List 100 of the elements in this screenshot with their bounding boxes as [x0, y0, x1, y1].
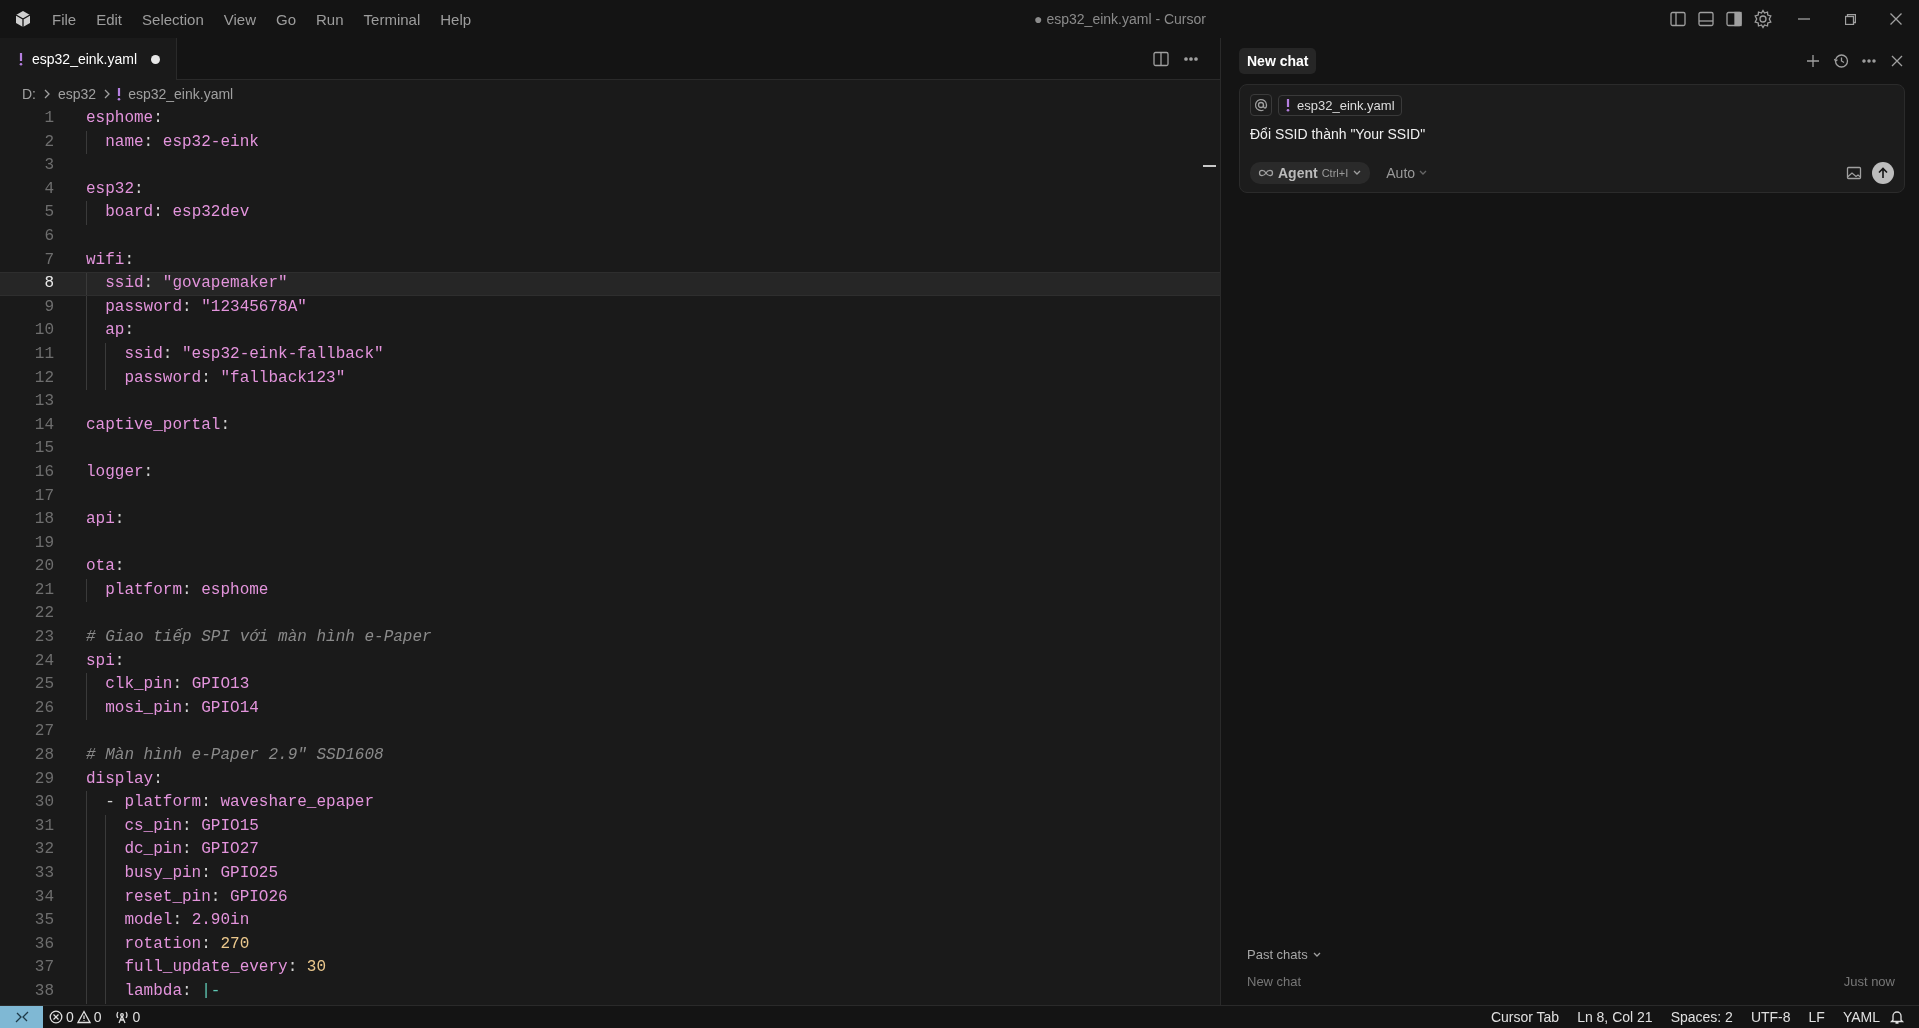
chat-message-text: Đổi SSID thành "Your SSID" — [1250, 126, 1427, 142]
past-chats-toggle[interactable]: Past chats — [1239, 947, 1905, 962]
code-line: name: esp32-eink — [54, 130, 259, 155]
line-number: 6 — [43, 225, 54, 247]
plus-icon[interactable] — [1805, 53, 1821, 69]
menu-item[interactable]: Go — [266, 10, 306, 28]
line-number: 9 — [43, 296, 54, 318]
code-line: busy_pin: GPIO25 — [54, 862, 279, 886]
secondary-sidebar-toggle-icon[interactable] — [1725, 10, 1743, 28]
status-bar-item[interactable]: Cursor Tab — [1481, 1009, 1569, 1025]
code-line: spi: — [85, 650, 125, 672]
editor-tab[interactable]: esp32_eink.yaml — [0, 38, 178, 80]
code-line: # Giao tiếp SPI với màn hình e-Paper — [85, 627, 432, 649]
remote-button[interactable] — [0, 1005, 43, 1028]
status-bar-item[interactable]: UTF-8 — [1741, 1009, 1800, 1025]
menu-item[interactable]: Run — [306, 10, 354, 28]
code-line: model: 2.90in — [54, 909, 250, 933]
line-number: 18 — [33, 509, 54, 531]
notification-bell-icon[interactable] — [1889, 1009, 1905, 1025]
code-line: dc_pin: GPIO27 — [54, 838, 259, 862]
line-number: 15 — [33, 438, 54, 460]
menu-item[interactable]: View — [213, 10, 266, 28]
line-number: 29 — [33, 768, 54, 790]
code-line: cs_pin: GPIO15 — [54, 814, 259, 839]
code-line: esphome: — [85, 108, 163, 129]
chat-tab[interactable]: New chat — [1239, 48, 1317, 74]
line-number: 36 — [33, 933, 54, 955]
past-chat-time: Just now — [1843, 974, 1895, 989]
model-dropdown[interactable]: Auto — [1380, 164, 1435, 182]
past-chat-title[interactable]: New chat — [1247, 974, 1302, 989]
send-button[interactable] — [1872, 162, 1894, 184]
line-number: 37 — [33, 957, 54, 979]
line-number: 20 — [33, 556, 54, 578]
code-line: mosi_pin: GPIO14 — [54, 696, 259, 721]
line-number: 25 — [33, 674, 54, 696]
breadcrumb-item[interactable]: esp32_eink.yaml — [126, 85, 236, 102]
history-icon[interactable] — [1833, 53, 1849, 69]
close-icon — [1890, 13, 1902, 25]
line-number: 13 — [33, 391, 54, 413]
code-line: full_update_every: 30 — [54, 956, 327, 980]
yaml-file-icon — [116, 86, 123, 101]
line-number: 30 — [33, 792, 54, 814]
mention-button[interactable] — [1250, 94, 1272, 116]
remote-icon — [13, 1010, 30, 1024]
sidebar-toggle-icon[interactable] — [1669, 10, 1687, 28]
line-number: 22 — [33, 603, 54, 625]
settings-icon[interactable] — [1753, 9, 1773, 29]
panel-toggle-icon[interactable] — [1697, 10, 1715, 28]
line-number: 5 — [43, 202, 54, 224]
line-number: 16 — [33, 461, 54, 483]
line-number: 28 — [33, 745, 54, 767]
line-number: 23 — [33, 627, 54, 649]
close-icon[interactable] — [1889, 53, 1905, 69]
code-line: clk_pin: GPIO13 — [54, 673, 250, 697]
chat-input-box[interactable]: esp32_eink.yaml Đổi SSID thành "Your SSID" Agent Ctrl+I Auto — [1239, 84, 1905, 193]
code-line: ota: — [85, 556, 125, 578]
line-number: 38 — [33, 980, 54, 1002]
status-bar-item[interactable]: Spaces: 2 — [1661, 1009, 1742, 1025]
line-number: 10 — [33, 320, 54, 342]
line-number: 32 — [33, 839, 54, 861]
chevron-down-icon — [1311, 950, 1322, 959]
line-number: 34 — [33, 886, 54, 908]
code-line: ssid: "govapemaker" — [54, 273, 288, 295]
menu-item[interactable]: Edit — [86, 10, 133, 28]
problems-indicator[interactable]: 0 0 — [43, 1009, 108, 1025]
line-number: 4 — [43, 178, 54, 200]
breadcrumb-item[interactable]: D: — [20, 85, 38, 102]
breadcrumb-item[interactable]: esp32 — [56, 85, 99, 102]
agent-mode-dropdown[interactable]: Agent Ctrl+I — [1250, 162, 1371, 184]
code-line: wifi: — [85, 249, 134, 271]
line-number: 7 — [43, 249, 54, 271]
split-editor-icon[interactable] — [1152, 49, 1170, 68]
code-line: board: esp32dev — [54, 201, 250, 225]
chevron-right-icon — [42, 87, 52, 100]
menu-item[interactable]: File — [42, 10, 87, 28]
code-line: password: "12345678A" — [54, 295, 307, 320]
menu-item[interactable]: Terminal — [353, 10, 431, 28]
status-bar-item[interactable]: Ln 8, Col 21 — [1568, 1009, 1662, 1025]
line-number: 27 — [33, 721, 54, 743]
line-number: 24 — [33, 650, 54, 672]
status-bar-item[interactable]: LF — [1799, 1009, 1834, 1025]
at-sign-icon — [1254, 98, 1268, 112]
app-logo-icon — [14, 10, 32, 28]
line-number: 21 — [33, 579, 54, 601]
error-icon — [49, 1010, 63, 1024]
yaml-file-icon — [1285, 98, 1291, 112]
menu-item[interactable]: Help — [430, 10, 482, 28]
line-number: 12 — [33, 367, 54, 389]
code-line: logger: — [85, 461, 154, 483]
code-line: - platform: waveshare_epaper — [54, 791, 375, 815]
ports-indicator[interactable]: 0 — [107, 1009, 147, 1025]
window-title: ● esp32_eink.yaml - Cursor — [1033, 11, 1207, 27]
line-number: 31 — [33, 815, 54, 837]
context-file-chip[interactable]: esp32_eink.yaml — [1278, 94, 1402, 116]
line-number: 14 — [33, 414, 54, 436]
warning-icon — [76, 1010, 91, 1024]
image-icon[interactable] — [1846, 166, 1862, 180]
menu-item[interactable]: Selection — [132, 10, 214, 28]
chevron-down-icon — [1352, 169, 1363, 177]
status-bar-item[interactable]: YAML — [1833, 1009, 1889, 1025]
